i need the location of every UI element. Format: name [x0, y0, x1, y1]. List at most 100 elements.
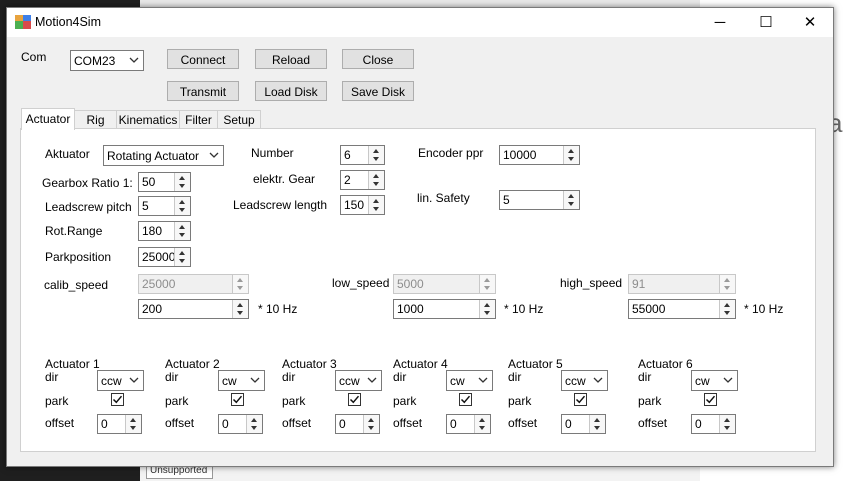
maximize-button[interactable]: ☐ — [743, 8, 789, 37]
actuator-2-offset-value: 0 — [222, 417, 229, 431]
actuator-5-dir-select[interactable]: ccw — [561, 370, 608, 391]
actuator-2-dir-select[interactable]: cw — [218, 370, 265, 391]
calib-speed-input[interactable]: 200 — [138, 299, 249, 319]
calib-speed-label: calib_speed — [44, 278, 109, 292]
number-spinner[interactable] — [368, 146, 384, 164]
actuator-6-offset-value: 0 — [695, 417, 702, 431]
actuator-6-dir-value: cw — [695, 374, 710, 388]
actuator-2-park-checkbox[interactable] — [231, 393, 244, 406]
actuator-5-dir-value: ccw — [565, 374, 586, 388]
checkmark-icon — [112, 395, 123, 404]
actuator-3-offset-spinner[interactable] — [363, 415, 379, 433]
elektr-gear-spinner[interactable] — [368, 171, 384, 189]
window-title: Motion4Sim — [35, 15, 101, 29]
reload-button[interactable]: Reload — [255, 49, 327, 69]
checkmark-icon — [705, 395, 716, 404]
app-icon — [15, 15, 31, 29]
calib-speed-readonly-value: 25000 — [142, 277, 176, 291]
leadscrew-length-spinner[interactable] — [368, 196, 384, 214]
actuator-1-park-checkbox[interactable] — [111, 393, 124, 406]
minimize-button[interactable]: ─ — [697, 8, 743, 37]
chevron-down-icon — [478, 377, 488, 383]
actuator-4-dir-select[interactable]: cw — [446, 370, 493, 391]
transmit-button[interactable]: Transmit — [167, 81, 239, 101]
actuator-6-offset-input[interactable]: 0 — [691, 414, 736, 434]
actuator-2-offset-spinner[interactable] — [246, 415, 262, 433]
tab-actuator[interactable]: Actuator — [21, 108, 75, 130]
actuator-1-dir-label: dir — [45, 370, 59, 384]
gearbox-ratio-spinner[interactable] — [174, 173, 190, 191]
tab-filter[interactable]: Filter — [179, 110, 218, 129]
actuator-4-offset-value: 0 — [450, 417, 457, 431]
parkposition-spinner[interactable] — [174, 248, 190, 266]
actuator-3-dir-value: ccw — [339, 374, 360, 388]
actuator-6-dir-select[interactable]: cw — [691, 370, 738, 391]
number-label: Number — [251, 146, 294, 160]
actuator-2-offset-input[interactable]: 0 — [218, 414, 263, 434]
actuator-1-dir-select[interactable]: ccw — [97, 370, 144, 391]
checkmark-icon — [349, 395, 360, 404]
high-speed-input[interactable]: 55000 — [628, 299, 736, 319]
elektr-gear-input[interactable]: 2 — [340, 170, 385, 190]
low-speed-label: low_speed — [332, 276, 390, 290]
leadscrew-pitch-input[interactable]: 5 — [138, 196, 191, 216]
actuator-6-offset-spinner[interactable] — [719, 415, 735, 433]
tab-kinematics[interactable]: Kinematics — [116, 110, 180, 129]
encoder-ppr-spinner[interactable] — [563, 146, 579, 164]
calib-speed-spinner[interactable] — [232, 300, 248, 318]
actuator-1-offset-label: offset — [45, 416, 75, 430]
actuator-5-offset-input[interactable]: 0 — [561, 414, 606, 434]
number-input[interactable]: 6 — [340, 145, 385, 165]
gearbox-ratio-input[interactable]: 50 — [138, 172, 191, 192]
tab-rig[interactable]: Rig — [74, 110, 117, 129]
com-port-select[interactable]: COM23 — [70, 50, 144, 71]
leadscrew-pitch-label: Leadscrew pitch — [45, 200, 132, 214]
actuator-4-offset-input[interactable]: 0 — [446, 414, 491, 434]
load-disk-button[interactable]: Load Disk — [255, 81, 327, 101]
elektr-gear-label: elektr. Gear — [253, 172, 316, 186]
close-window-button[interactable]: ✕ — [787, 8, 833, 37]
lin-safety-input[interactable]: 5 — [499, 190, 580, 210]
rot-range-spinner[interactable] — [174, 222, 190, 240]
high-speed-label: high_speed — [560, 276, 623, 290]
close-button[interactable]: Close — [342, 49, 414, 69]
aktuator-label: Aktuator — [45, 147, 90, 161]
lin-safety-value: 5 — [503, 193, 510, 207]
actuator-5-offset-label: offset — [508, 416, 538, 430]
gearbox-ratio-label: Gearbox Ratio 1: — [42, 176, 133, 190]
actuator-4-offset-spinner[interactable] — [474, 415, 490, 433]
checkmark-icon — [575, 395, 586, 404]
connect-button[interactable]: Connect — [167, 49, 239, 69]
actuator-5-park-checkbox[interactable] — [574, 393, 587, 406]
high-speed-readonly: 91 — [628, 274, 736, 294]
background-top-strip — [140, 0, 700, 7]
actuator-1-offset-spinner[interactable] — [125, 415, 141, 433]
tab-setup[interactable]: Setup — [217, 110, 261, 129]
maximize-icon: ☐ — [759, 14, 773, 31]
high-speed-spinner[interactable] — [719, 300, 735, 318]
leadscrew-length-input[interactable]: 150 — [340, 195, 385, 215]
actuator-6-dir-label: dir — [638, 370, 652, 384]
actuator-5-offset-spinner[interactable] — [589, 415, 605, 433]
gearbox-ratio-value: 50 — [142, 175, 156, 189]
parkposition-input[interactable]: 25000 — [138, 247, 191, 267]
close-icon: ✕ — [803, 14, 817, 31]
aktuator-type-select[interactable]: Rotating Actuator — [103, 145, 224, 166]
actuator-3-park-label: park — [282, 394, 306, 408]
actuator-6-park-checkbox[interactable] — [704, 393, 717, 406]
actuator-4-park-checkbox[interactable] — [459, 393, 472, 406]
encoder-ppr-input[interactable]: 10000 — [499, 145, 580, 165]
actuator-3-park-checkbox[interactable] — [348, 393, 361, 406]
actuator-1-offset-input[interactable]: 0 — [97, 414, 142, 434]
low-speed-spinner[interactable] — [479, 300, 495, 318]
save-disk-button[interactable]: Save Disk — [342, 81, 414, 101]
actuator-5-title: Actuator 5 — [508, 357, 563, 371]
actuator-6-offset-label: offset — [638, 416, 668, 430]
actuator-3-offset-input[interactable]: 0 — [335, 414, 380, 434]
lin-safety-spinner[interactable] — [563, 191, 579, 209]
actuator-3-dir-select[interactable]: ccw — [335, 370, 382, 391]
checkmark-icon — [460, 395, 471, 404]
low-speed-input[interactable]: 1000 — [393, 299, 496, 319]
rot-range-input[interactable]: 180 — [138, 221, 191, 241]
leadscrew-pitch-spinner[interactable] — [174, 197, 190, 215]
